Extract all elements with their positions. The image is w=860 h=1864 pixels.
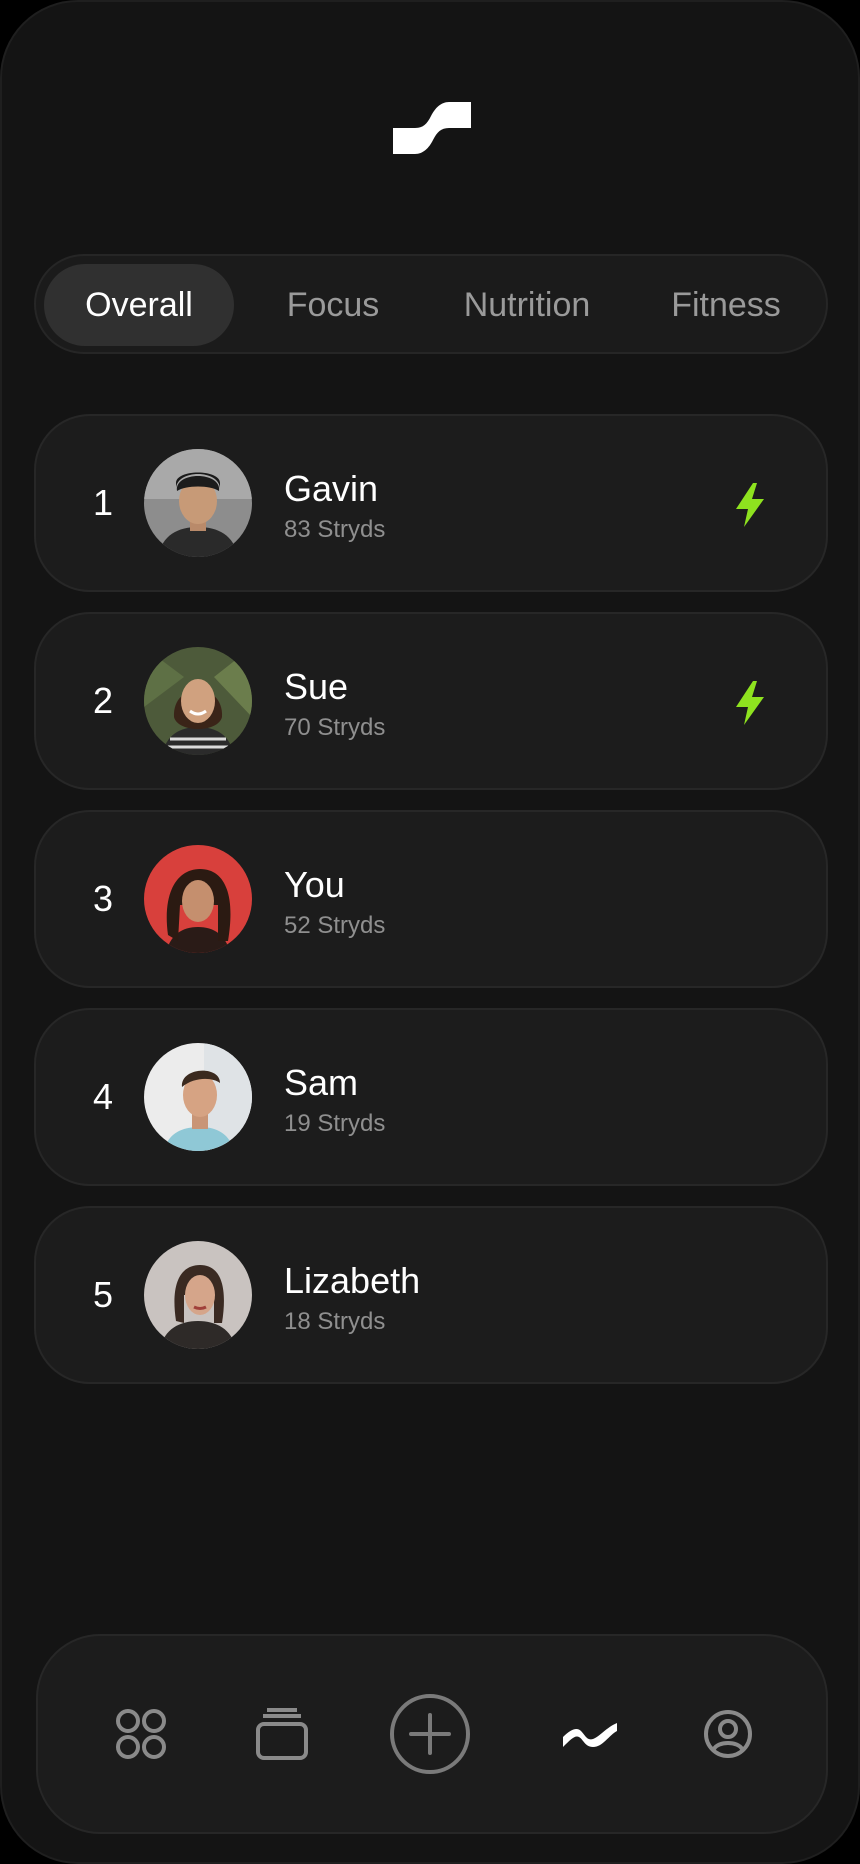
lightning-bolt-icon [736, 681, 764, 725]
lightning-bolt-icon [736, 483, 764, 527]
rank-number: 1 [92, 482, 114, 523]
user-score: 19 Stryds [284, 1110, 386, 1137]
rank-number: 2 [92, 680, 114, 721]
user-score: 18 Stryds [284, 1308, 386, 1335]
user-name: Lizabeth [284, 1260, 421, 1301]
avatar[interactable] [144, 1241, 252, 1349]
user-name: Gavin [284, 468, 379, 509]
stack-icon [256, 1708, 308, 1760]
avatar[interactable] [144, 1043, 252, 1151]
user-score: 52 Stryds [284, 912, 386, 939]
avatar[interactable] [144, 647, 252, 755]
grid-icon [116, 1709, 166, 1759]
user-name: You [284, 864, 345, 905]
tab-fitness[interactable]: Fitness [636, 264, 816, 346]
leaderboard-row[interactable]: 1 Gavin 83 Stryds [34, 414, 828, 592]
nav-add[interactable] [382, 1636, 478, 1832]
tab-overall[interactable]: Overall [44, 264, 234, 346]
nav-profile[interactable] [680, 1636, 776, 1832]
avatar[interactable] [144, 845, 252, 953]
leaderboard-row[interactable]: 3 You 52 Stryds [34, 810, 828, 988]
leaderboard-row[interactable]: 5 Lizabeth 18 Stryds [34, 1206, 828, 1384]
nav-home[interactable] [93, 1636, 189, 1832]
stryd-wave-icon [563, 1723, 617, 1747]
nav-library[interactable] [234, 1636, 330, 1832]
user-score: 83 Stryds [284, 516, 386, 543]
tab-nutrition[interactable]: Nutrition [432, 264, 622, 346]
app-logo [393, 102, 471, 154]
category-tabs: Overall Focus Nutrition Fitness [34, 254, 828, 354]
user-name: Sue [284, 666, 349, 707]
rank-number: 3 [92, 878, 114, 919]
rank-number: 4 [92, 1076, 114, 1117]
nav-leaderboard[interactable] [542, 1636, 638, 1832]
leaderboard-list: 1 Gavin 83 Stryds 2 Sue 70 Stryds 3 You … [34, 414, 828, 1404]
tab-focus[interactable]: Focus [248, 264, 418, 346]
user-score: 70 Stryds [284, 714, 386, 741]
plus-circle-icon [390, 1694, 470, 1774]
rank-number: 5 [92, 1274, 114, 1315]
avatar[interactable] [144, 449, 252, 557]
app-screen: Overall Focus Nutrition Fitness 1 Gavin [0, 0, 860, 1864]
profile-icon [704, 1710, 752, 1758]
user-name: Sam [284, 1062, 359, 1103]
leaderboard-row[interactable]: 2 Sue 70 Stryds [34, 612, 828, 790]
bottom-nav [36, 1634, 828, 1834]
leaderboard-row[interactable]: 4 Sam 19 Stryds [34, 1008, 828, 1186]
